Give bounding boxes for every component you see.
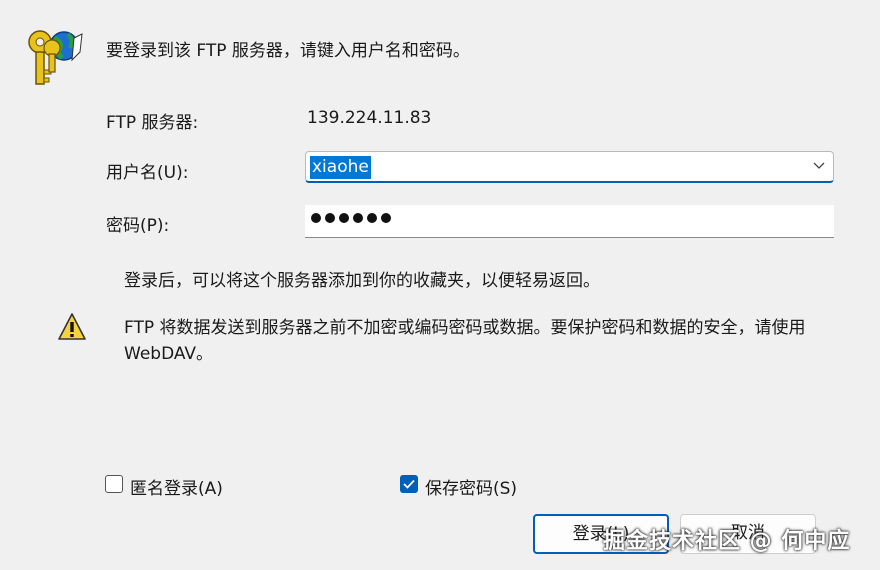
password-dot bbox=[325, 213, 335, 223]
security-warning-text: FTP 将数据发送到服务器之前不加密或编码密码或数据。要保护密码和数据的安全，请… bbox=[124, 318, 806, 364]
checkmark-icon bbox=[403, 479, 415, 489]
password-mask bbox=[311, 213, 391, 223]
warning-icon bbox=[58, 313, 86, 340]
anonymous-login-label[interactable]: 匿名登录(A) bbox=[130, 474, 223, 499]
password-dot bbox=[339, 213, 349, 223]
password-label: 密码(P): bbox=[106, 216, 170, 236]
watermark: 掘金技术社区 @ 何中应 bbox=[603, 529, 851, 554]
anonymous-login-checkbox[interactable] bbox=[105, 475, 123, 493]
save-password-label[interactable]: 保存密码(S) bbox=[425, 474, 517, 499]
password-dot bbox=[353, 213, 363, 223]
username-combobox[interactable]: xiaohe bbox=[305, 151, 834, 183]
password-dot bbox=[367, 213, 377, 223]
keys-globe-icon bbox=[28, 30, 83, 85]
server-label: FTP 服务器: bbox=[106, 113, 199, 133]
intro-text: 要登录到该 FTP 服务器，请键入用户名和密码。 bbox=[106, 41, 470, 61]
server-address: 139.224.11.83 bbox=[307, 108, 432, 128]
password-dot bbox=[381, 213, 391, 223]
username-input-value[interactable]: xiaohe bbox=[310, 156, 371, 179]
save-password-checkbox[interactable] bbox=[400, 475, 418, 493]
username-label: 用户名(U): bbox=[106, 163, 189, 183]
chevron-down-icon[interactable] bbox=[813, 162, 825, 170]
favorites-note: 登录后，可以将这个服务器添加到你的收藏夹，以便轻易返回。 bbox=[124, 271, 600, 291]
password-dot bbox=[311, 213, 321, 223]
password-field[interactable] bbox=[305, 205, 834, 238]
